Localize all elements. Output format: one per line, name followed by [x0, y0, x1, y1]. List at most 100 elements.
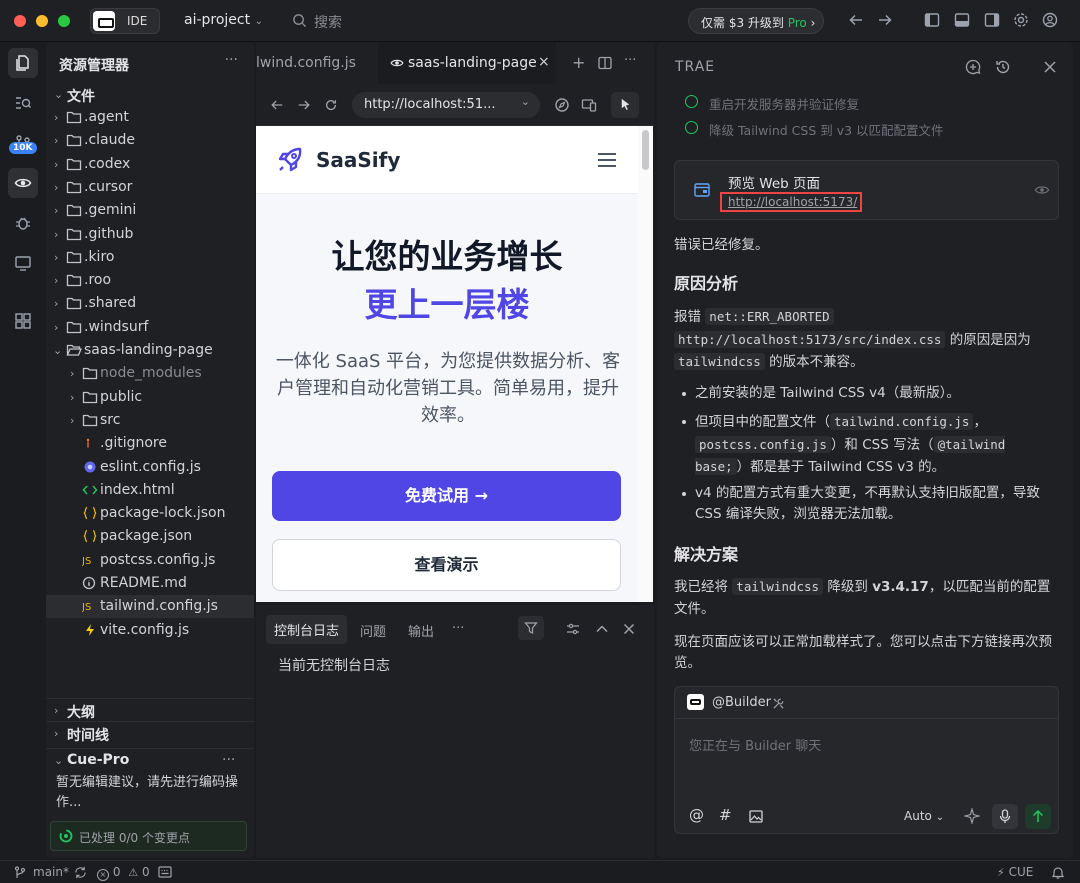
send-button[interactable] — [1025, 804, 1051, 829]
image-icon[interactable] — [749, 810, 763, 823]
preview-url-link[interactable]: http://localhost:5173/ — [720, 192, 862, 212]
tree-item[interactable]: vite.config.js — [46, 619, 254, 642]
tree-item[interactable]: › node_modules — [46, 362, 254, 385]
tab-tailwind-config[interactable]: lwind.config.js — [256, 42, 374, 84]
new-chat-icon[interactable] — [965, 59, 981, 75]
cue-pro-section[interactable]: ⌄ Cue-Pro ··· — [46, 748, 254, 771]
tree-item[interactable]: .gitignore — [46, 432, 254, 455]
mention-button[interactable]: @ — [689, 806, 704, 824]
tab-close-icon[interactable]: × — [538, 54, 550, 70]
hamburger-menu-icon[interactable] — [597, 152, 617, 168]
context-button[interactable]: # — [719, 806, 732, 824]
tree-item[interactable]: › .claude — [46, 129, 254, 152]
responsive-view-icon[interactable] — [581, 97, 597, 113]
view-demo-button[interactable]: 查看演示 — [272, 539, 621, 591]
console-more-button[interactable]: ··· — [452, 621, 464, 636]
settings-sliders-icon[interactable] — [566, 622, 580, 636]
split-editor-icon[interactable] — [598, 56, 612, 70]
close-window-button[interactable] — [14, 15, 26, 27]
extensions-activity[interactable] — [8, 306, 38, 336]
outline-section[interactable]: › 大纲 — [46, 698, 254, 721]
preview-scrollbar[interactable] — [638, 126, 653, 602]
forward-arrow-icon[interactable] — [297, 98, 311, 112]
terminal-icon[interactable] — [158, 866, 172, 878]
element-picker-button[interactable] — [611, 92, 639, 118]
tree-item[interactable]: › .github — [46, 223, 254, 246]
explorer-activity[interactable] — [8, 48, 38, 78]
sync-icon[interactable] — [74, 866, 87, 879]
tree-item[interactable]: › .kiro — [46, 246, 254, 269]
tab-problems[interactable]: 问题 — [360, 621, 386, 640]
eye-icon[interactable] — [1034, 183, 1050, 197]
voice-input-button[interactable] — [992, 804, 1018, 829]
forward-arrow-icon[interactable] — [877, 12, 893, 28]
tree-item[interactable]: README.md — [46, 572, 254, 595]
chevron-up-icon[interactable] — [595, 622, 609, 636]
chat-input[interactable]: 您正在与 Builder 聊天 — [689, 735, 821, 754]
tree-item[interactable]: › .gemini — [46, 199, 254, 222]
tree-item[interactable]: JS postcss.config.js — [46, 549, 254, 572]
maximize-window-button[interactable] — [58, 15, 70, 27]
tree-item[interactable]: › .windsurf — [46, 316, 254, 339]
tree-item[interactable]: package.json — [46, 525, 254, 548]
tree-item[interactable]: JS tailwind.config.js — [46, 595, 254, 619]
sparkle-icon[interactable] — [964, 808, 980, 824]
tab-console-log[interactable]: 控制台日志 — [266, 615, 348, 644]
upgrade-pro-button[interactable]: 仅需 $3 升级到 Pro › — [688, 8, 824, 34]
tree-item[interactable]: eslint.config.js — [46, 456, 254, 479]
tree-item[interactable]: ⌄ saas-landing-page — [46, 339, 254, 362]
git-branch-label[interactable]: main* — [33, 865, 69, 879]
reload-icon[interactable] — [324, 98, 338, 112]
filter-button[interactable] — [518, 616, 544, 640]
tab-saas-landing-page[interactable]: saas-landing-page × — [378, 42, 556, 84]
close-icon[interactable] — [622, 622, 636, 636]
url-input[interactable]: http://localhost:51... ⌄ — [352, 92, 540, 118]
gear-icon[interactable] — [1013, 12, 1029, 28]
project-selector[interactable]: ai-project ⌄ — [184, 12, 263, 28]
remote-activity[interactable] — [8, 248, 38, 278]
tree-item-label: .cursor — [84, 178, 133, 195]
toggle-right-panel-icon[interactable] — [984, 12, 1000, 28]
account-icon[interactable] — [1042, 12, 1058, 28]
new-tab-button[interactable]: + — [572, 53, 585, 72]
tree-item[interactable]: › .codex — [46, 153, 254, 176]
model-selector[interactable]: Auto ⌄ — [904, 809, 944, 823]
free-trial-button[interactable]: 免费试用 → — [272, 471, 621, 521]
compass-icon[interactable] — [554, 97, 570, 113]
close-icon[interactable] — [1043, 60, 1057, 74]
tab-more-button[interactable]: ··· — [624, 53, 636, 68]
back-arrow-icon[interactable] — [270, 98, 284, 112]
tree-item[interactable]: › .roo — [46, 269, 254, 292]
bullet-text: ）都是基于 Tailwind CSS v3 的。 — [736, 459, 946, 475]
search-activity[interactable] — [8, 88, 38, 118]
search-box[interactable]: 搜索 — [292, 12, 342, 32]
tree-item[interactable]: › .agent — [46, 106, 254, 129]
tree-item[interactable]: › src — [46, 409, 254, 432]
tree-item[interactable]: package-lock.json — [46, 502, 254, 525]
chevron-right-icon: › — [70, 367, 75, 381]
notifications-icon[interactable] — [1051, 866, 1065, 879]
scrollbar-thumb[interactable] — [642, 130, 649, 170]
preview-card[interactable]: 预览 Web 页面 http://localhost:5173/ — [674, 160, 1059, 220]
ide-mode-button[interactable]: IDE — [90, 8, 160, 34]
debug-activity[interactable] — [8, 208, 38, 238]
tree-item[interactable]: › .shared — [46, 292, 254, 315]
agent-name[interactable]: @Builder — [712, 695, 771, 710]
tree-item[interactable]: › public — [46, 386, 254, 409]
toggle-bottom-panel-icon[interactable] — [954, 12, 970, 28]
changes-badge: 10K — [9, 142, 37, 154]
cue-status-item[interactable]: ⚡ CUE — [997, 865, 1033, 879]
minimize-window-button[interactable] — [36, 15, 48, 27]
explorer-more-button[interactable]: ··· — [225, 52, 238, 68]
cue-more-button[interactable]: ··· — [222, 752, 235, 768]
preview-activity[interactable] — [8, 168, 38, 198]
tree-root-files[interactable]: ⌄ 文件 — [46, 83, 254, 106]
history-icon[interactable] — [995, 59, 1011, 75]
tab-output[interactable]: 输出 — [408, 621, 434, 640]
tree-item[interactable]: index.html — [46, 479, 254, 502]
toggle-left-panel-icon[interactable] — [924, 12, 940, 28]
timeline-section[interactable]: › 时间线 — [46, 721, 254, 744]
problems-indicator[interactable]: × 0 ⚠ 0 — [97, 865, 150, 881]
tree-item[interactable]: › .cursor — [46, 176, 254, 199]
back-arrow-icon[interactable] — [848, 12, 864, 28]
